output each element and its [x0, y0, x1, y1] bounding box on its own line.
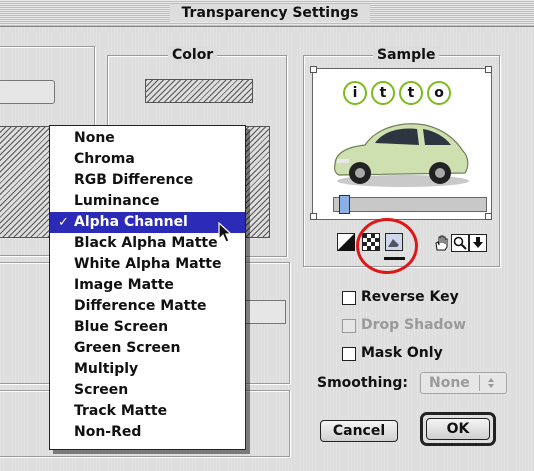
- resize-handle[interactable]: [485, 213, 492, 220]
- menu-item-blue-screen[interactable]: Blue Screen: [50, 317, 245, 338]
- color-swatch[interactable]: [145, 79, 253, 103]
- menu-item-label: Alpha Channel: [74, 214, 188, 230]
- sample-slider-thumb[interactable]: [339, 195, 351, 214]
- menu-item-label: Track Matte: [74, 403, 168, 419]
- key-type-menu: None Chroma RGB Difference Luminance ✓ A…: [49, 125, 246, 450]
- menu-item-screen[interactable]: Screen: [50, 380, 245, 401]
- menu-item-label: Screen: [74, 382, 129, 398]
- mouse-pointer-icon: [218, 222, 233, 243]
- itto-logo: i t t o: [343, 81, 451, 105]
- smoothing-value: None: [429, 375, 470, 391]
- menu-item-chroma[interactable]: Chroma: [50, 149, 245, 170]
- ok-button[interactable]: OK: [426, 418, 490, 440]
- drop-shadow-checkbox[interactable]: [342, 319, 356, 333]
- mask-only-checkbox[interactable]: [342, 347, 356, 361]
- menu-item-image-matte[interactable]: Image Matte: [50, 275, 245, 296]
- menu-item-label: None: [74, 130, 115, 146]
- checkmark-icon: ✓: [58, 215, 69, 230]
- threshold-field[interactable]: [244, 300, 286, 324]
- mask-only-label: Mask Only: [361, 345, 443, 361]
- menu-item-label: Black Alpha Matte: [74, 235, 218, 251]
- logo-letter: t: [399, 81, 423, 105]
- sample-group-label: Sample: [373, 47, 440, 63]
- menu-item-label: Blue Screen: [74, 319, 169, 335]
- key-type-popup[interactable]: [0, 80, 55, 104]
- color-group-label: Color: [168, 47, 218, 63]
- menu-item-label: RGB Difference: [74, 172, 194, 188]
- menu-item-label: Green Screen: [74, 340, 181, 356]
- menu-item-label: Chroma: [74, 151, 135, 167]
- cancel-button[interactable]: Cancel: [320, 420, 398, 442]
- menu-item-green-screen[interactable]: Green Screen: [50, 338, 245, 359]
- logo-letter: t: [371, 81, 395, 105]
- window-title: Transparency Settings: [170, 4, 370, 22]
- updown-arrows-icon: [488, 378, 494, 388]
- menu-item-label: White Alpha Matte: [74, 256, 222, 272]
- resize-handle[interactable]: [310, 66, 317, 73]
- menu-item-label: Multiply: [74, 361, 139, 377]
- smoothing-select[interactable]: None: [420, 372, 507, 394]
- menu-item-non-red[interactable]: Non-Red: [50, 422, 245, 443]
- menu-item-black-alpha-matte[interactable]: Black Alpha Matte: [50, 233, 245, 254]
- menu-item-difference-matte[interactable]: Difference Matte: [50, 296, 245, 317]
- menu-item-luminance[interactable]: Luminance: [50, 191, 245, 212]
- menu-item-track-matte[interactable]: Track Matte: [50, 401, 245, 422]
- menu-item-label: Luminance: [74, 193, 160, 209]
- menu-item-none[interactable]: None: [50, 128, 245, 149]
- sample-slider-track[interactable]: [333, 197, 487, 212]
- smoothing-label: Smoothing:: [317, 375, 408, 391]
- car-image: [334, 123, 469, 187]
- menu-item-label: Difference Matte: [74, 298, 207, 314]
- hand-icon[interactable]: [433, 234, 451, 252]
- menu-item-label: Non-Red: [74, 424, 142, 440]
- logo-letter: i: [343, 81, 367, 105]
- menu-item-alpha-channel[interactable]: ✓ Alpha Channel: [50, 212, 245, 233]
- reverse-key-label: Reverse Key: [361, 289, 459, 305]
- transparency-dialog: Transparency Settings Color Sample i t t…: [0, 0, 534, 471]
- zoom-icon[interactable]: [451, 234, 469, 252]
- menu-item-white-alpha-matte[interactable]: White Alpha Matte: [50, 254, 245, 275]
- logo-letter: o: [427, 81, 451, 105]
- select-divider: [479, 375, 480, 391]
- dropdown-arrow-icon[interactable]: [469, 234, 487, 252]
- drop-shadow-label: Drop Shadow: [361, 317, 467, 333]
- reverse-key-checkbox[interactable]: [342, 291, 356, 305]
- highlight-circle: [356, 218, 418, 274]
- resize-handle[interactable]: [310, 213, 317, 220]
- resize-handle[interactable]: [485, 66, 492, 73]
- black-white-icon[interactable]: [337, 233, 355, 251]
- menu-item-label: Image Matte: [74, 277, 174, 293]
- menu-item-multiply[interactable]: Multiply: [50, 359, 245, 380]
- menu-item-rgb-difference[interactable]: RGB Difference: [50, 170, 245, 191]
